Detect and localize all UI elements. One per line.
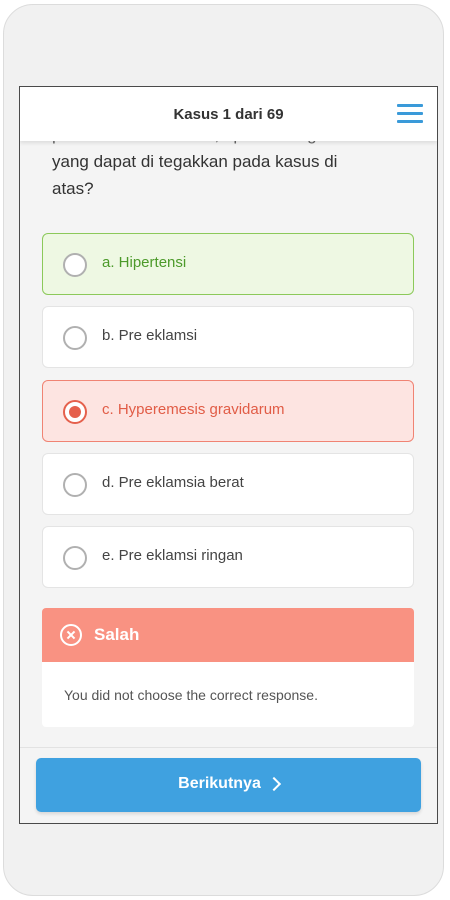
answer-option-d[interactable]: d. Pre eklamsia berat (42, 453, 414, 515)
quiz-content: pemeriksaan 100 x/m, apakah diagnosa yan… (20, 125, 437, 747)
next-button[interactable]: Berikutnya (36, 758, 421, 812)
question-line-1: yang dapat di tegakkan pada kasus di (52, 152, 338, 171)
question-line-2: atas? (52, 179, 94, 198)
app-screen: pemeriksaan 100 x/m, apakah diagnosa yan… (19, 86, 438, 824)
next-button-label: Berikutnya (178, 775, 261, 792)
radio-selected-icon[interactable] (63, 400, 87, 424)
answer-option-label: e. Pre eklamsi ringan (102, 547, 243, 564)
radio-icon[interactable] (63, 546, 87, 570)
radio-icon[interactable] (63, 326, 87, 350)
answer-option-label: d. Pre eklamsia berat (102, 474, 244, 491)
answer-option-label: b. Pre eklamsi (102, 327, 198, 344)
top-bar: Kasus 1 dari 69 (20, 87, 437, 141)
bottom-bar: Berikutnya (20, 747, 437, 823)
answer-option-label: c. Hyperemesis gravidarum (102, 401, 285, 418)
feedback-header: Salah (42, 608, 414, 662)
feedback-panel: Salah You did not choose the correct res… (42, 608, 414, 727)
radio-icon[interactable] (63, 253, 87, 277)
feedback-message: You did not choose the correct response. (64, 687, 318, 703)
radio-icon[interactable] (63, 473, 87, 497)
page-title: Kasus 1 dari 69 (173, 106, 284, 123)
answer-option-e[interactable]: e. Pre eklamsi ringan (42, 526, 414, 588)
feedback-title: Salah (94, 625, 140, 644)
phone-frame: pemeriksaan 100 x/m, apakah diagnosa yan… (3, 4, 444, 896)
answer-option-c[interactable]: c. Hyperemesis gravidarum (42, 380, 414, 442)
answer-option-b[interactable]: b. Pre eklamsi (42, 306, 414, 368)
answer-option-a[interactable]: a. Hipertensi (42, 233, 414, 295)
answer-option-label: a. Hipertensi (102, 254, 187, 271)
hamburger-menu-icon[interactable] (397, 104, 423, 124)
close-circle-icon (60, 624, 82, 646)
